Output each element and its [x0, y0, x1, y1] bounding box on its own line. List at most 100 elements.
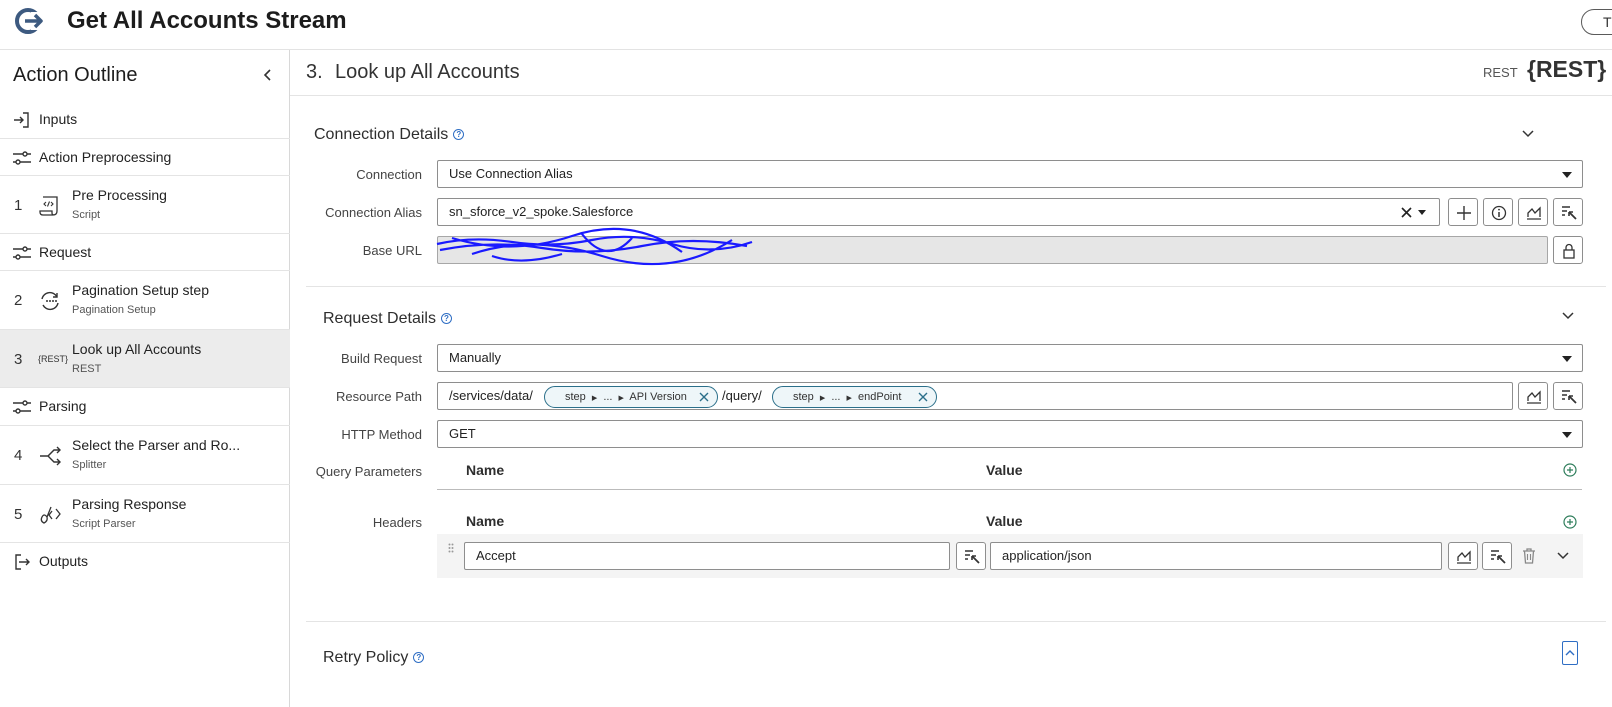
step-number: 2 — [14, 292, 23, 309]
lock-button[interactable] — [1553, 236, 1583, 264]
sliders-icon — [13, 400, 31, 414]
headers-name-header: Name — [466, 513, 505, 529]
data-pill-picker-icon — [965, 550, 980, 564]
sidebar-item-pre-processing[interactable]: 1 Pre Processing Script — [0, 176, 290, 234]
expand-retry-policy-button[interactable] — [1562, 641, 1578, 665]
dropdown-caret-icon — [1562, 432, 1572, 438]
help-icon[interactable]: ? — [453, 129, 465, 141]
sidebar-item-label: Look up All Accounts — [72, 341, 202, 357]
step-number: 4 — [14, 447, 23, 464]
pagination-icon — [41, 291, 59, 311]
sidebar-item-label: Parsing Response — [72, 496, 187, 512]
sidebar-item-pagination-setup[interactable]: 2 Pagination Setup step Pagination Setup — [0, 271, 290, 330]
query-params-name-header: Name — [466, 462, 505, 478]
data-pill-picker-button[interactable] — [1553, 382, 1583, 410]
header-row: Accept application/json — [437, 534, 1583, 578]
data-pill-picker-button[interactable] — [1482, 542, 1512, 570]
header-value-value: application/json — [1002, 548, 1092, 563]
connection-info-button[interactable] — [1483, 198, 1513, 226]
add-connection-button[interactable] — [1448, 198, 1478, 226]
sidebar-item-label: Pagination Setup step — [72, 282, 209, 298]
connection-select[interactable]: Use Connection Alias — [437, 160, 1583, 188]
headers-label: Headers — [372, 515, 422, 530]
sidebar-item-label: Action Preprocessing — [39, 149, 172, 165]
base-url-label: Base URL — [362, 243, 422, 258]
step-number: 5 — [14, 506, 23, 523]
step-number: 3 — [14, 351, 23, 368]
sidebar-item-parsing-response[interactable]: 5 Parsing Response Script Parser — [0, 485, 290, 543]
sidebar-item-label: Outputs — [39, 553, 89, 569]
transform-button[interactable] — [1518, 382, 1548, 410]
sidebar-section-request[interactable]: Request — [0, 234, 290, 271]
header-name-value: Accept — [476, 548, 516, 563]
collapse-chevron-down-icon[interactable] — [1521, 129, 1535, 139]
trash-icon[interactable] — [1522, 548, 1536, 564]
sidebar-item-select-parser[interactable]: 4 Select the Parser and Ro... Splitter — [0, 426, 290, 485]
http-method-label: HTTP Method — [341, 427, 422, 442]
sidebar-item-inputs[interactable]: Inputs — [0, 101, 290, 139]
query-parameters-label: Query Parameters — [315, 464, 422, 479]
step-type-label: REST — [1483, 65, 1518, 80]
pill-name: endPoint — [858, 391, 902, 403]
section-title-text: Request Details — [323, 310, 436, 327]
help-icon[interactable]: ? — [413, 652, 425, 664]
connection-select-value: Use Connection Alias — [449, 166, 573, 181]
input-arrow-icon — [14, 112, 29, 128]
step-title: Look up All Accounts — [335, 61, 520, 83]
data-pill-picker-button[interactable] — [956, 542, 986, 570]
plus-icon — [1457, 206, 1471, 220]
sidebar-item-sublabel: Splitter — [72, 459, 107, 471]
lock-icon — [1563, 243, 1575, 259]
header-value-input[interactable]: application/json — [990, 542, 1442, 570]
pill-ellipsis: ... — [603, 391, 613, 403]
back-arrow-logo-icon[interactable] — [15, 8, 43, 34]
sidebar-item-outputs[interactable]: Outputs — [0, 543, 290, 581]
data-pill-endpoint[interactable]: step ▶ ... ▶ endPoint — [772, 386, 937, 408]
sidebar-section-action-preprocessing[interactable]: Action Preprocessing — [0, 139, 290, 176]
sidebar-title: Action Outline — [13, 64, 138, 86]
sidebar-section-parsing[interactable]: Parsing — [0, 388, 290, 426]
remove-pill-x-icon[interactable] — [698, 391, 710, 403]
drag-handle-icon[interactable] — [448, 543, 454, 553]
connection-label: Connection — [356, 167, 422, 182]
chart-transform-icon — [1527, 390, 1541, 404]
header-right-button[interactable]: T — [1581, 9, 1612, 35]
sidebar-item-look-up-all-accounts[interactable]: 3 {REST} Look up All Accounts REST — [0, 330, 290, 388]
headers-value-header: Value — [986, 513, 1023, 529]
pill-arrow-icon: ▶ — [819, 395, 826, 402]
sidebar-item-sublabel: Script Parser — [72, 518, 136, 530]
clear-x-icon[interactable] — [1401, 207, 1412, 218]
data-pill-api-version[interactable]: step ▶ ... ▶ API Version — [544, 386, 718, 408]
expand-row-chevron-down-icon[interactable] — [1556, 551, 1570, 561]
http-method-select[interactable]: GET — [437, 420, 1583, 448]
collapse-chevron-down-icon[interactable] — [1561, 311, 1575, 321]
output-arrow-icon — [15, 554, 30, 570]
build-request-select[interactable]: Manually — [437, 344, 1583, 372]
step-editor: 3. Look up All Accounts REST {REST} Conn… — [290, 50, 1612, 707]
sidebar-item-sublabel: Script — [72, 209, 101, 221]
script-icon — [39, 196, 58, 216]
add-query-parameter-plus-icon[interactable] — [1563, 463, 1577, 477]
sidebar-item-label: Inputs — [39, 111, 78, 127]
data-pill-picker-button[interactable] — [1553, 198, 1583, 226]
resource-path-segment: /query/ — [722, 388, 762, 403]
section-divider — [306, 621, 1606, 622]
collapse-sidebar-chevron-left-icon[interactable] — [262, 67, 274, 83]
dropdown-caret-icon[interactable] — [1418, 210, 1426, 215]
header-name-input[interactable]: Accept — [464, 542, 950, 570]
add-header-plus-icon[interactable] — [1563, 515, 1577, 529]
step-number: 1 — [14, 197, 23, 214]
splitter-icon — [40, 446, 61, 466]
transform-button[interactable] — [1518, 198, 1548, 226]
help-icon[interactable]: ? — [440, 313, 452, 325]
sidebar-item-label: Select the Parser and Ro... — [72, 437, 241, 453]
section-title-text: Connection Details — [314, 126, 449, 143]
data-pill-picker-icon — [1491, 550, 1506, 564]
dropdown-caret-icon — [1562, 172, 1572, 178]
transform-button[interactable] — [1448, 542, 1478, 570]
remove-pill-x-icon[interactable] — [917, 391, 929, 403]
sliders-icon — [13, 246, 31, 260]
connection-alias-select[interactable]: sn_sforce_v2_spoke.Salesforce — [437, 198, 1440, 226]
resource-path-input[interactable]: /services/data/ step ▶ ... ▶ API Version… — [437, 382, 1513, 410]
connection-details-title: Connection Details? — [314, 126, 465, 144]
